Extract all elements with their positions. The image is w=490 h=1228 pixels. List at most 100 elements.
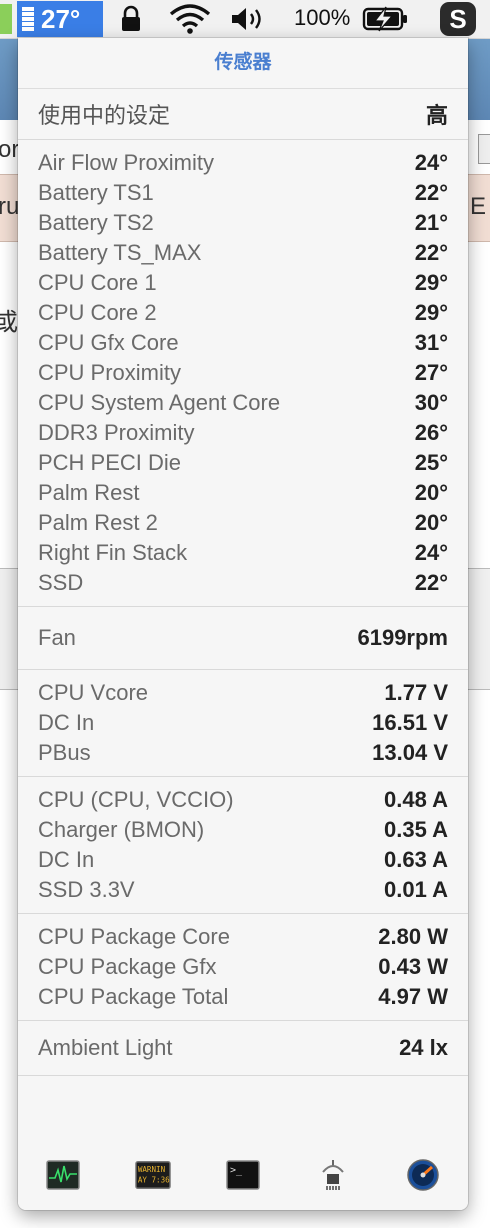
- sensor-label: SSD: [38, 570, 84, 595]
- sensor-value: 16.51 V: [372, 710, 448, 735]
- sensor-value: 22°: [414, 240, 448, 265]
- sensor-value: 24 lx: [399, 1035, 448, 1060]
- sensor-value: 0.35 A: [383, 817, 448, 842]
- sensor-row: Charger (BMON) 0.35 A: [18, 815, 468, 845]
- background-text-e: E: [470, 193, 487, 220]
- console-icon[interactable]: WARNIN AY 7:36: [135, 1159, 171, 1191]
- fan-section: Fan 6199rpm: [18, 607, 468, 670]
- system-information-icon[interactable]: [315, 1159, 351, 1191]
- sensor-value: 0.43 W: [378, 954, 448, 979]
- svg-text:AY 7:36: AY 7:36: [138, 1176, 170, 1185]
- sensor-value: 22°: [414, 570, 448, 595]
- sensor-row: CPU Proximity 27°: [18, 358, 468, 388]
- popup-title: 传感器: [18, 38, 468, 89]
- wifi-icon[interactable]: [168, 3, 212, 35]
- terminal-icon[interactable]: >_: [225, 1159, 261, 1191]
- sensor-value: 29°: [414, 270, 448, 295]
- sensor-label: CPU Proximity: [38, 360, 182, 385]
- sensor-row: Right Fin Stack 24°: [18, 538, 468, 568]
- sensor-value: 20°: [414, 480, 448, 505]
- sensor-label: Air Flow Proximity: [38, 150, 215, 175]
- battery-charging-icon[interactable]: [362, 3, 410, 35]
- sensor-row: PBus 13.04 V: [18, 738, 468, 768]
- sensor-value: 0.48 A: [383, 787, 448, 812]
- sensor-row: SSD 22°: [18, 568, 468, 598]
- sensor-value: 22°: [414, 180, 448, 205]
- sensor-label: CPU System Agent Core: [38, 390, 281, 415]
- sensor-row: Palm Rest 2 20°: [18, 508, 468, 538]
- sensor-label: CPU Package Core: [38, 924, 230, 949]
- sensor-label: Right Fin Stack: [38, 540, 188, 565]
- sensor-label: PBus: [38, 740, 91, 765]
- sensor-value: 13.04 V: [372, 740, 448, 765]
- disk-utility-icon[interactable]: [405, 1159, 441, 1191]
- sensor-row: DC In 0.63 A: [18, 845, 468, 875]
- app-launcher-bar: WARNIN AY 7:36 >_: [18, 1140, 468, 1210]
- background-text-ru: ru: [0, 193, 20, 220]
- sensor-label: CPU Package Gfx: [38, 954, 217, 979]
- sensor-label: CPU Gfx Core: [38, 330, 179, 355]
- sensor-row: Battery TS2 21°: [18, 208, 468, 238]
- sensor-label: Battery TS_MAX: [38, 240, 202, 265]
- sensor-row: Battery TS1 22°: [18, 178, 468, 208]
- setting-row[interactable]: 使用中的设定 高: [18, 99, 468, 129]
- battery-percentage[interactable]: 100%: [294, 5, 350, 31]
- sensor-row: DDR3 Proximity 26°: [18, 418, 468, 448]
- sensor-value: 26°: [414, 420, 448, 445]
- sensor-label: CPU Core 2: [38, 300, 157, 325]
- sensor-row: Fan 6199rpm: [18, 623, 468, 653]
- sensor-value: 30°: [414, 390, 448, 415]
- sensor-value: 4.97 W: [378, 984, 448, 1009]
- sensor-row: CPU Core 2 29°: [18, 298, 468, 328]
- sensor-value: 25°: [414, 450, 448, 475]
- sensor-row: CPU Gfx Core 31°: [18, 328, 468, 358]
- setting-section: 使用中的设定 高: [18, 89, 468, 140]
- sensor-value: 29°: [414, 300, 448, 325]
- sensor-row: CPU Core 1 29°: [18, 268, 468, 298]
- sensor-row: Ambient Light 24 lx: [18, 1033, 468, 1063]
- sensor-label: Battery TS2: [38, 210, 154, 235]
- current-section: CPU (CPU, VCCIO) 0.48 A Charger (BMON) 0.3…: [18, 777, 468, 914]
- sensor-label: Charger (BMON): [38, 817, 205, 842]
- sensor-label: CPU Core 1: [38, 270, 157, 295]
- sensor-row: CPU Package Total 4.97 W: [18, 982, 468, 1012]
- s-app-icon[interactable]: S: [440, 2, 476, 36]
- sensor-label: CPU Vcore: [38, 680, 149, 705]
- light-section: Ambient Light 24 lx: [18, 1021, 468, 1076]
- app-edge: [0, 4, 12, 34]
- lock-icon[interactable]: [120, 3, 142, 35]
- sensor-label: PCH PECI Die: [38, 450, 182, 475]
- sensor-value: 0.01 A: [383, 877, 448, 902]
- background-text-or: or: [0, 136, 20, 163]
- sensor-row: DC In 16.51 V: [18, 708, 468, 738]
- sensor-row: PCH PECI Die 25°: [18, 448, 468, 478]
- sensor-value: 27°: [414, 360, 448, 385]
- sensor-row: CPU Vcore 1.77 V: [18, 678, 468, 708]
- sensor-value: 1.77 V: [384, 680, 448, 705]
- sensor-row: CPU Package Core 2.80 W: [18, 922, 468, 952]
- sensor-row: SSD 3.3V 0.01 A: [18, 875, 468, 905]
- voltage-section: CPU Vcore 1.77 V DC In 16.51 V PBus 13.04 V: [18, 670, 468, 777]
- istat-menu-item[interactable]: 27°: [17, 1, 103, 37]
- sensor-row: Palm Rest 20°: [18, 478, 468, 508]
- sensor-label: Fan: [38, 625, 76, 650]
- sensor-label: SSD 3.3V: [38, 877, 135, 902]
- sensor-row: CPU Package Gfx 0.43 W: [18, 952, 468, 982]
- sensor-value: 24°: [414, 540, 448, 565]
- setting-label: 使用中的设定: [38, 103, 171, 128]
- setting-value: 高: [425, 103, 448, 128]
- sensor-label: DC In: [38, 710, 95, 735]
- sensor-value: 20°: [414, 510, 448, 535]
- sensor-value: 0.63 A: [383, 847, 448, 872]
- sensor-value: 2.80 W: [378, 924, 448, 949]
- sensor-value: 6199rpm: [357, 625, 448, 650]
- svg-text:>_: >_: [230, 1165, 243, 1176]
- background-control: [478, 134, 490, 164]
- sensor-label: CPU (CPU, VCCIO): [38, 787, 234, 812]
- sensor-row: CPU System Agent Core 30°: [18, 388, 468, 418]
- temperature-section: Air Flow Proximity 24° Battery TS1 22° Bat…: [18, 140, 468, 607]
- activity-monitor-icon[interactable]: [45, 1159, 81, 1191]
- sensor-label: Palm Rest 2: [38, 510, 158, 535]
- power-section: CPU Package Core 2.80 W CPU Package Gfx 0.…: [18, 914, 468, 1021]
- volume-icon[interactable]: [230, 3, 268, 35]
